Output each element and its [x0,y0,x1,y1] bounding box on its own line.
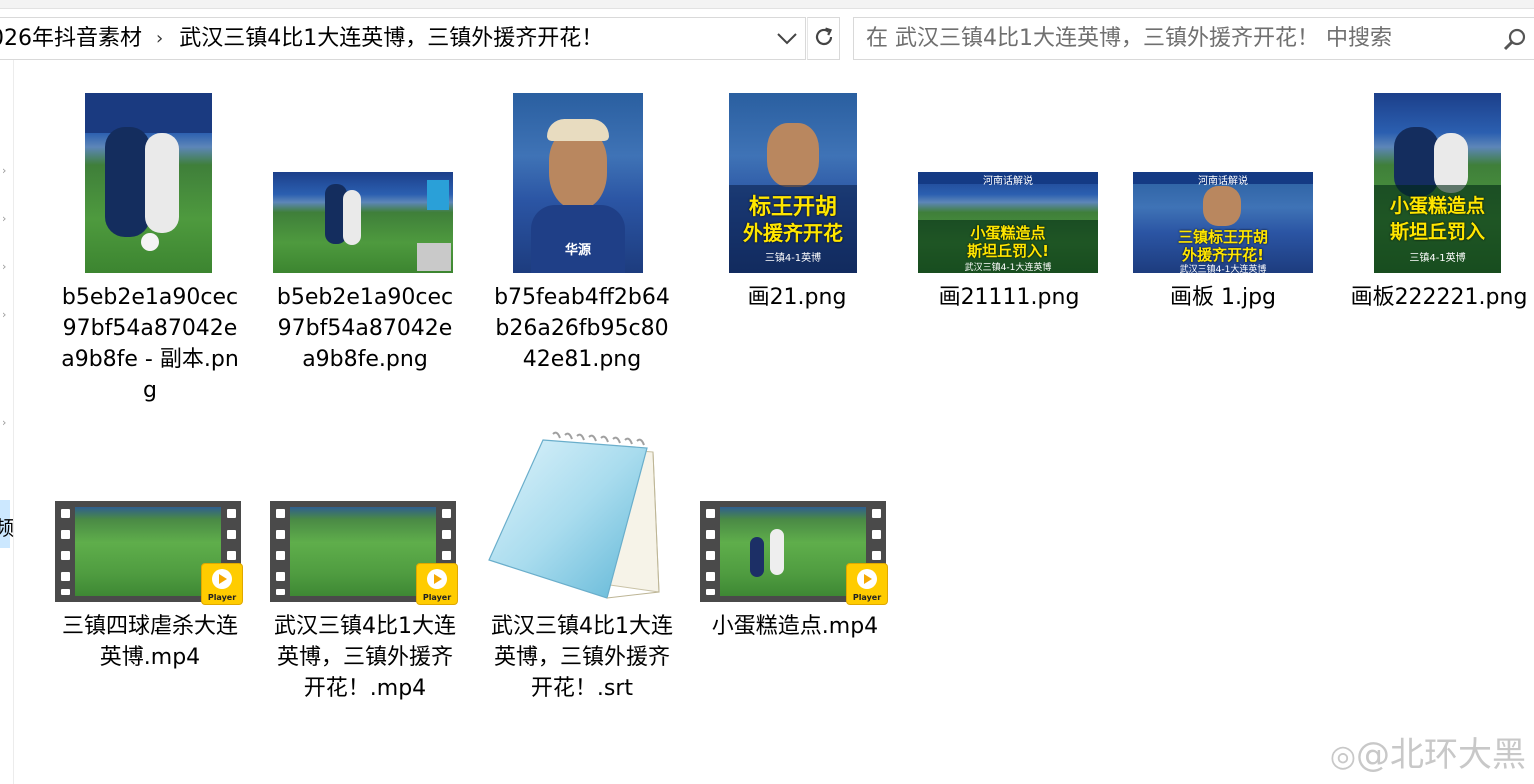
file-item[interactable]: 标王开胡 外援齐开花 三镇4-1英博 画21.png [702,90,892,350]
play-icon: Player [846,563,888,605]
file-name: 画21.png [747,285,847,310]
image-thumbnail: 标王开胡 外援齐开花 三镇4-1英博 [729,93,857,273]
file-item[interactable]: Player 武汉三镇4比1大连英博，三镇外援齐开花！.mp4 [270,430,460,720]
image-thumbnail [273,172,453,273]
nav-expand-icon[interactable]: › [2,260,6,273]
nav-expand-icon[interactable]: › [2,308,6,321]
play-icon: Player [416,563,458,605]
file-item[interactable]: Player 小蛋糕造点.mp4 [700,430,890,690]
watermark: ◎@北环大黑 [1329,735,1526,775]
thumbnail-caption: 斯坦丘罚入! [967,242,1049,260]
file-item[interactable]: 小蛋糕造点 斯坦丘罚入 三镇4-1英博 画板222221.png [1344,90,1534,350]
nav-expand-icon[interactable]: › [2,416,6,429]
window-top-strip [0,0,1534,9]
thumbnail-caption: 武汉三镇4-1大连英博 [964,263,1052,273]
nav-selected-label: 频 [0,516,14,540]
refresh-icon [812,25,836,53]
navigation-pane[interactable]: › › › › › 频 [0,60,14,784]
nav-expand-icon[interactable]: › [2,164,6,177]
file-name: 三镇四球虐杀大连英博.mp4 [61,614,238,670]
image-thumbnail: 小蛋糕造点 斯坦丘罚入 三镇4-1英博 [1374,93,1501,273]
file-name: 小蛋糕造点.mp4 [711,614,879,639]
file-name: 画板222221.png [1350,285,1528,310]
thumbnail-caption: 武汉三镇4-1大连英博 [1179,265,1267,273]
thumbnail-caption: 三镇4-1英博 [1409,253,1466,264]
address-bar[interactable]: 026年抖音素材 › 武汉三镇4比1大连英博，三镇外援齐开花！ [0,17,806,60]
file-name: 武汉三镇4比1大连英博，三镇外援齐开花！.mp4 [274,614,456,701]
image-thumbnail: 河南话解说 小蛋糕造点 斯坦丘罚入! 武汉三镇4-1大连英博 [918,172,1098,273]
search-input[interactable] [854,18,1486,59]
file-name: b5eb2e1a90cec97bf54a87042ea9b8fe - 副本.pn… [61,285,239,403]
file-item[interactable]: 河南话解说 小蛋糕造点 斯坦丘罚入! 武汉三镇4-1大连英博 画21111.pn… [914,90,1104,350]
file-item[interactable]: b5eb2e1a90cec97bf54a87042ea9b8fe.png [270,90,460,380]
thumbnail-caption: 斯坦丘罚入 [1389,221,1485,243]
search-icon[interactable] [1502,27,1528,53]
chevron-down-icon[interactable] [775,27,799,51]
file-name: b75feab4ff2b64b26a26fb95c8042e81.png [494,285,670,372]
search-box[interactable] [853,17,1534,60]
breadcrumb-parent[interactable]: 026年抖音素材 [0,18,142,59]
breadcrumb-current[interactable]: 武汉三镇4比1大连英博，三镇外援齐开花！ [179,18,603,59]
thumbnail-caption: 河南话解说 [1198,176,1248,187]
thumbnail-caption: 外援齐开花 [743,221,843,245]
file-item[interactable]: 武汉三镇4比1大连英博，三镇外援齐开花！.srt [487,430,677,720]
file-item[interactable]: 华源 b75feab4ff2b64b26a26fb95c8042e81.png [487,90,677,380]
file-name: 画板 1.jpg [1169,285,1277,310]
file-name: 画21111.png [938,285,1080,310]
file-name: 武汉三镇4比1大连英博，三镇外援齐开花！.srt [491,614,673,701]
weibo-icon: ◎ [1329,739,1356,774]
breadcrumb-separator[interactable]: › [156,18,163,59]
file-item[interactable]: 河南话解说 三镇标王开胡 外援齐开花! 武汉三镇4-1大连英博 画板 1.jpg [1128,90,1318,350]
image-thumbnail: 华源 [513,93,643,273]
nav-expand-icon[interactable]: › [2,212,6,225]
image-thumbnail: 河南话解说 三镇标王开胡 外援齐开花! 武汉三镇4-1大连英博 [1133,172,1313,273]
file-name: b5eb2e1a90cec97bf54a87042ea9b8fe.png [276,285,454,372]
refresh-button[interactable] [807,17,840,60]
play-icon: Player [201,563,243,605]
thumbnail-caption: 三镇4-1英博 [764,253,822,264]
file-item[interactable]: Player 三镇四球虐杀大连英博.mp4 [55,430,245,720]
file-item[interactable]: b5eb2e1a90cec97bf54a87042ea9b8fe - 副本.pn… [55,90,245,410]
thumbnail-caption: 河南话解说 [983,176,1033,187]
thumbnail-caption: 小蛋糕造点 [1389,195,1485,217]
notepad-icon [487,430,673,606]
image-thumbnail [85,93,212,273]
